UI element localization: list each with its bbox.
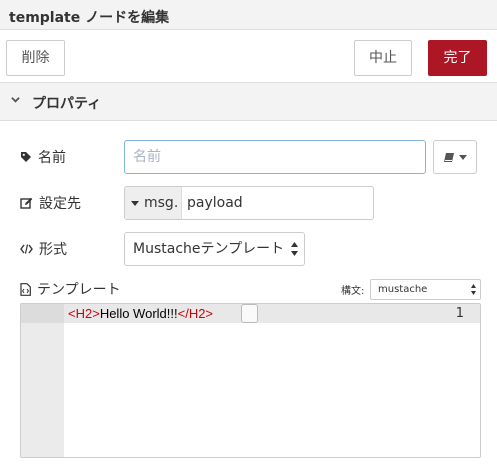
template-row-label: テンプレート: [20, 279, 121, 299]
properties-section-header[interactable]: プロパティ: [0, 83, 497, 121]
format-row-label: 形式: [20, 239, 67, 259]
chevron-down-icon: [11, 97, 20, 103]
name-label: 名前: [38, 150, 66, 166]
syntax-select[interactable]: mustache: [370, 279, 481, 300]
line-number: 1: [455, 306, 464, 321]
syntax-label: 構文:: [341, 286, 365, 297]
editor-gutter-active-line: [21, 304, 64, 323]
code-open-tag: <H2>: [68, 306, 100, 321]
dialog-toolbar: 削除 中止 完了: [0, 30, 497, 83]
property-value[interactable]: payload: [182, 187, 243, 219]
editor-autocomplete-box: [241, 304, 258, 323]
caret-down-icon: [131, 200, 139, 206]
code-line[interactable]: <H2>Hello World!!!</H2>: [68, 306, 213, 321]
caret-down-icon: [459, 154, 467, 160]
code-text: Hello World!!!: [99, 306, 178, 321]
property-label: 設定先: [39, 196, 81, 212]
delete-button[interactable]: 削除: [6, 40, 65, 76]
select-arrows-icon: [471, 284, 476, 295]
editor-gutter: [21, 304, 64, 457]
property-type-selector[interactable]: msg.: [125, 187, 182, 219]
syntax-selected-value: mustache: [378, 284, 428, 295]
code-icon: [20, 244, 33, 254]
property-type-prefix: msg.: [144, 195, 179, 211]
select-arrows-icon: [291, 242, 298, 256]
property-typed-input[interactable]: msg. payload: [124, 186, 374, 220]
tag-icon: [21, 152, 31, 162]
template-code-editor[interactable]: 1 <H2>Hello World!!!</H2>: [20, 303, 481, 458]
format-selected-value: Mustacheテンプレート: [133, 241, 285, 257]
code-close-tag: </H2>: [177, 306, 214, 321]
section-label: プロパティ: [32, 96, 102, 112]
edit-icon: [20, 197, 33, 209]
done-button[interactable]: 完了: [428, 40, 487, 76]
book-icon: [444, 152, 454, 162]
dialog-title: template ノードを編集: [9, 10, 170, 26]
cancel-button[interactable]: 中止: [354, 40, 412, 76]
format-select[interactable]: Mustacheテンプレート: [124, 232, 305, 266]
dialog-titlebar: template ノードを編集: [0, 0, 497, 30]
file-code-icon: [20, 282, 31, 296]
name-input[interactable]: [124, 140, 426, 174]
template-label: テンプレート: [37, 282, 121, 298]
name-row-label: 名前: [20, 147, 66, 167]
format-label: 形式: [39, 242, 67, 258]
property-row-label: 設定先: [20, 193, 81, 213]
node-library-button[interactable]: [433, 140, 477, 174]
